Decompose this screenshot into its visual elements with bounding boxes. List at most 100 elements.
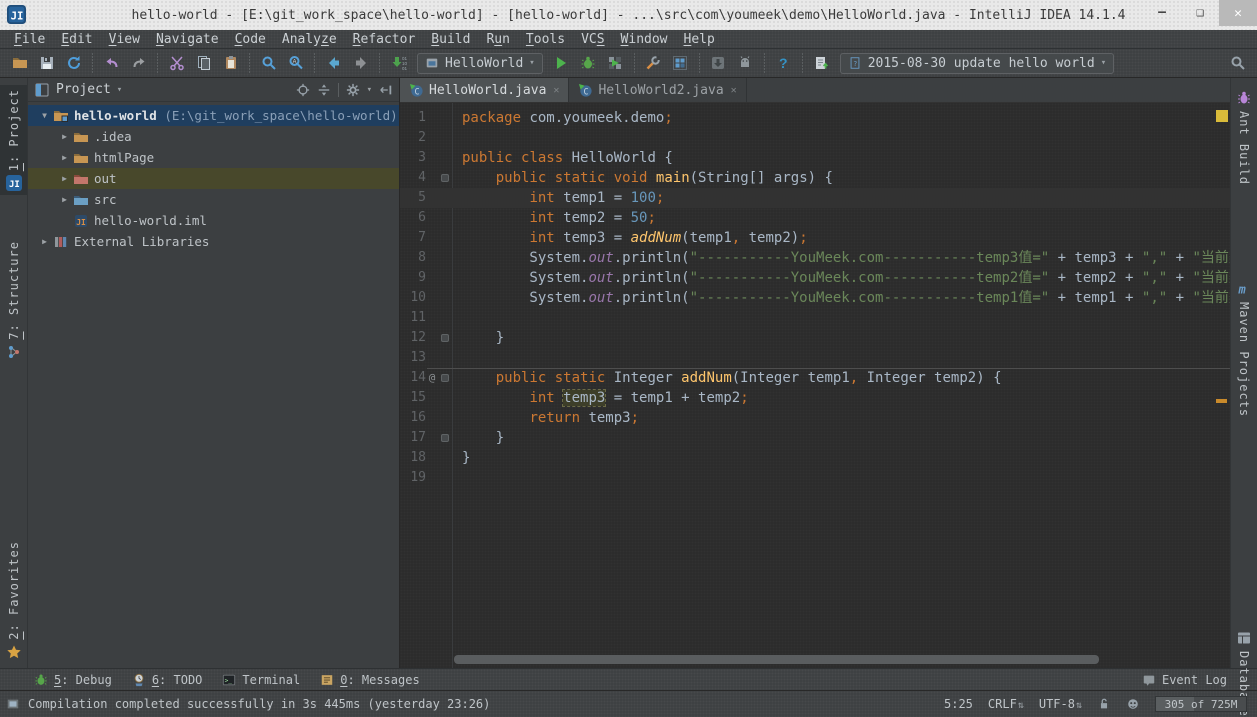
memory-indicator[interactable]: 305 of 725M bbox=[1155, 696, 1247, 712]
menu-build[interactable]: Build bbox=[423, 32, 478, 47]
fold-marker-icon[interactable] bbox=[441, 334, 449, 342]
menu-window[interactable]: Window bbox=[613, 32, 676, 47]
line-endings-selector[interactable]: CRLF bbox=[988, 697, 1024, 711]
debug-button[interactable] bbox=[575, 51, 602, 76]
fold-marker-icon[interactable] bbox=[441, 174, 449, 182]
tool-button-2-favorites[interactable]: 2: Favorites bbox=[0, 537, 27, 664]
code-text[interactable]: int temp1 = 100; bbox=[452, 188, 664, 208]
forward-button[interactable] bbox=[347, 51, 374, 76]
menu-refactor[interactable]: Refactor bbox=[345, 32, 424, 47]
undo-button[interactable] bbox=[98, 51, 125, 76]
search-everywhere-button[interactable] bbox=[1224, 51, 1251, 76]
collapsed-arrow-icon[interactable]: ▶ bbox=[56, 132, 73, 141]
scroll-to-source-icon[interactable] bbox=[296, 83, 310, 97]
tool-button-ant-build[interactable]: Ant Build bbox=[1231, 86, 1257, 189]
tool-window-button-5-debug[interactable]: 5: Debug bbox=[34, 673, 112, 687]
code-text[interactable]: package com.youmeek.demo; bbox=[452, 108, 673, 128]
tab-helloworld2-java[interactable]: C HelloWorld2.java ✕ bbox=[569, 78, 747, 102]
code-text[interactable]: } bbox=[452, 448, 470, 468]
update-project-button[interactable]: 01 10 01 bbox=[385, 51, 412, 76]
expanded-arrow-icon[interactable]: ▼ bbox=[36, 111, 53, 120]
menu-help[interactable]: Help bbox=[676, 32, 723, 47]
code-text[interactable] bbox=[452, 128, 462, 148]
error-stripe-highlight-mark[interactable] bbox=[1216, 399, 1227, 403]
minimize-button[interactable] bbox=[1143, 0, 1181, 24]
run-button[interactable] bbox=[548, 51, 575, 76]
tool-window-button-terminal[interactable]: >_ Terminal bbox=[222, 673, 300, 687]
horizontal-scrollbar[interactable] bbox=[454, 655, 1214, 664]
menu-vcs[interactable]: VCS bbox=[573, 32, 612, 47]
settings-button[interactable] bbox=[640, 51, 667, 76]
android-sdk-manager-button[interactable] bbox=[705, 51, 732, 76]
collapsed-arrow-icon[interactable]: ▶ bbox=[56, 174, 73, 183]
tree-item-htmlpage[interactable]: ▶ htmlPage bbox=[28, 147, 399, 168]
encoding-selector[interactable]: UTF-8 bbox=[1039, 697, 1082, 711]
tab-helloworld-java[interactable]: C HelloWorld.java ✕ bbox=[400, 78, 570, 102]
menu-tools[interactable]: Tools bbox=[518, 32, 573, 47]
tree-item-out[interactable]: ▶ out bbox=[28, 168, 399, 189]
fold-marker-icon[interactable] bbox=[441, 434, 449, 442]
changelist-combo[interactable]: ? 2015-08-30 update hello world ▾ bbox=[839, 52, 1115, 74]
close-tab-icon[interactable]: ✕ bbox=[553, 85, 559, 96]
collapsed-arrow-icon[interactable]: ▶ bbox=[56, 153, 73, 162]
find-button[interactable] bbox=[255, 51, 282, 76]
code-text[interactable]: int temp3 = addNum(temp1, temp2); bbox=[452, 228, 807, 248]
tree-item-hello-world[interactable]: ▼ hello-world (E:\git_work_space\hello-wo… bbox=[28, 105, 399, 126]
menu-analyze[interactable]: Analyze bbox=[274, 32, 345, 47]
tool-button-7-structure[interactable]: 7: Structure bbox=[0, 237, 27, 364]
help-button[interactable]: ? bbox=[770, 51, 797, 76]
scrollbar-thumb[interactable] bbox=[454, 655, 1099, 664]
menu-edit[interactable]: Edit bbox=[53, 32, 100, 47]
code-text[interactable]: System.out.println("-----------YouMeek.c… bbox=[452, 288, 1230, 308]
caret-position[interactable]: 5:25 bbox=[944, 697, 973, 711]
tree-item-idea[interactable]: ▶ .idea bbox=[28, 126, 399, 147]
tool-window-button-0-messages[interactable]: 0: Messages bbox=[320, 673, 420, 687]
paste-button[interactable] bbox=[217, 51, 244, 76]
back-button[interactable] bbox=[320, 51, 347, 76]
synchronize-button[interactable] bbox=[60, 51, 87, 76]
code-text[interactable] bbox=[452, 468, 462, 488]
tool-button-maven-projects[interactable]: m Maven Projects bbox=[1231, 277, 1257, 421]
tree-item-external-libraries[interactable]: ▶ External Libraries bbox=[28, 231, 399, 252]
open-button[interactable] bbox=[6, 51, 33, 76]
code-editor[interactable]: 1 package com.youmeek.demo; 2 3 public class… bbox=[400, 103, 1230, 668]
code-text[interactable]: } bbox=[452, 428, 504, 448]
run-configuration-combo[interactable]: HelloWorld ▾ bbox=[417, 52, 543, 74]
save-all-button[interactable] bbox=[33, 51, 60, 76]
menu-code[interactable]: Code bbox=[227, 32, 274, 47]
fold-marker-icon[interactable] bbox=[441, 374, 449, 382]
menu-run[interactable]: Run bbox=[478, 32, 517, 47]
code-text[interactable]: System.out.println("-----------YouMeek.c… bbox=[452, 248, 1230, 268]
chevron-down-icon[interactable]: ▾ bbox=[117, 85, 122, 95]
cut-button[interactable] bbox=[163, 51, 190, 76]
code-text[interactable] bbox=[452, 348, 462, 368]
menu-navigate[interactable]: Navigate bbox=[148, 32, 227, 47]
collapsed-arrow-icon[interactable]: ▶ bbox=[56, 195, 73, 204]
tree-item-hello-world-iml[interactable]: JI hello-world.iml bbox=[28, 210, 399, 231]
collapsed-arrow-icon[interactable]: ▶ bbox=[36, 237, 53, 246]
close-button[interactable] bbox=[1219, 0, 1257, 26]
code-text[interactable]: public static void main(String[] args) { bbox=[452, 168, 833, 188]
project-structure-button[interactable] bbox=[667, 51, 694, 76]
copy-button[interactable] bbox=[190, 51, 217, 76]
tree-item-src[interactable]: ▶ src bbox=[28, 189, 399, 210]
error-stripe-warning-mark[interactable] bbox=[1216, 110, 1228, 122]
code-text[interactable]: public class HelloWorld { bbox=[452, 148, 673, 168]
code-text[interactable]: System.out.println("-----------YouMeek.c… bbox=[452, 268, 1230, 288]
run-with-coverage-button[interactable] bbox=[602, 51, 629, 76]
code-text[interactable] bbox=[452, 308, 462, 328]
replace-button[interactable]: A bbox=[282, 51, 309, 76]
maximize-button[interactable] bbox=[1181, 0, 1219, 24]
code-text[interactable]: int temp2 = 50; bbox=[452, 208, 655, 228]
event-log-button[interactable]: Event Log bbox=[1142, 673, 1227, 687]
code-text[interactable]: int temp3 = temp1 + temp2; bbox=[452, 388, 749, 408]
gear-icon[interactable] bbox=[346, 83, 360, 97]
code-text[interactable]: public static Integer addNum(Integer tem… bbox=[452, 368, 1002, 388]
menu-file[interactable]: File bbox=[6, 32, 53, 47]
menu-view[interactable]: View bbox=[101, 32, 148, 47]
project-panel-title[interactable]: Project bbox=[56, 82, 111, 97]
hector-inspector-icon[interactable] bbox=[1126, 697, 1140, 711]
lock-icon[interactable] bbox=[1097, 697, 1111, 711]
code-text[interactable]: return temp3; bbox=[452, 408, 639, 428]
collapse-all-icon[interactable] bbox=[317, 83, 331, 97]
